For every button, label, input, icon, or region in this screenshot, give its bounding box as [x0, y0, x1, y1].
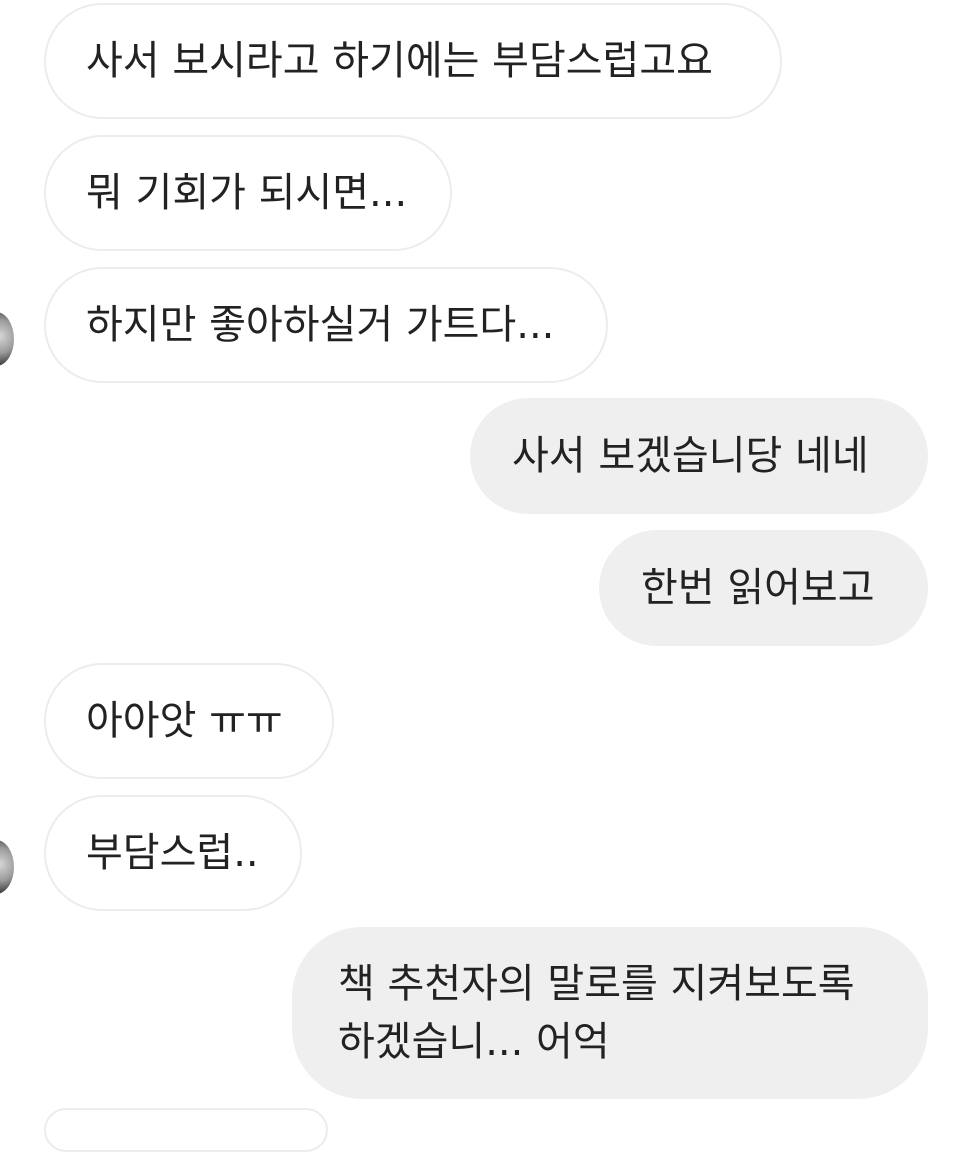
incoming-message-bubble[interactable]: 아아앗 ㅠㅠ: [44, 663, 334, 779]
message-text: 아아앗 ㅠㅠ: [86, 698, 283, 744]
outgoing-message-bubble[interactable]: 한번 읽어보고: [599, 530, 928, 646]
incoming-message-bubble[interactable]: 하지만 좋아하실거 가트다...: [44, 267, 608, 383]
message-text-line: 하겠습니... 어억: [338, 1019, 610, 1065]
message-text: 하지만 좋아하실거 가트다...: [86, 302, 555, 348]
sender-avatar[interactable]: [0, 840, 14, 894]
outgoing-message-bubble[interactable]: 책 추천자의 말로를 지켜보도록 하겠습니... 어억: [292, 927, 928, 1099]
message-text: 부담스럽..: [86, 830, 259, 876]
message-text: 사서 보시라고 하기에는 부담스럽고요: [86, 38, 713, 84]
incoming-message-bubble[interactable]: 부담스럽..: [44, 795, 302, 911]
incoming-message-bubble[interactable]: 뭐 기회가 되시면...: [44, 135, 452, 251]
message-text: 한번 읽어보고: [641, 565, 875, 611]
sender-avatar[interactable]: [0, 312, 14, 366]
incoming-message-bubble-partial[interactable]: [44, 1108, 328, 1152]
outgoing-message-bubble[interactable]: 사서 보겠습니당 네네: [470, 398, 928, 514]
message-text: 사서 보겠습니당 네네: [512, 433, 869, 479]
incoming-message-bubble[interactable]: 사서 보시라고 하기에는 부담스럽고요: [44, 3, 782, 119]
message-text-line: 책 추천자의 말로를 지켜보도록: [338, 961, 855, 1007]
message-text: 뭐 기회가 되시면...: [86, 170, 408, 216]
